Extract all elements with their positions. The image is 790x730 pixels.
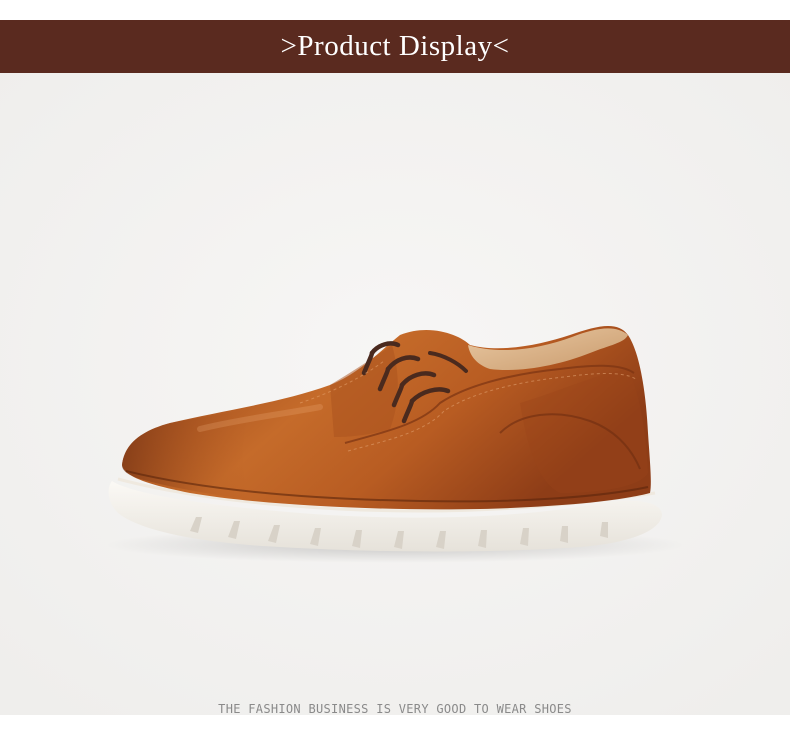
product-display-panel: THE FASHION BUSINESS IS VERY GOOD TO WEA… (0, 73, 790, 716)
shoe-photo (0, 73, 790, 715)
section-header-banner: >Product Display< (0, 20, 790, 73)
bottom-spacer (0, 715, 790, 730)
product-tagline: THE FASHION BUSINESS IS VERY GOOD TO WEA… (218, 702, 572, 716)
section-title: >Product Display< (280, 30, 510, 62)
